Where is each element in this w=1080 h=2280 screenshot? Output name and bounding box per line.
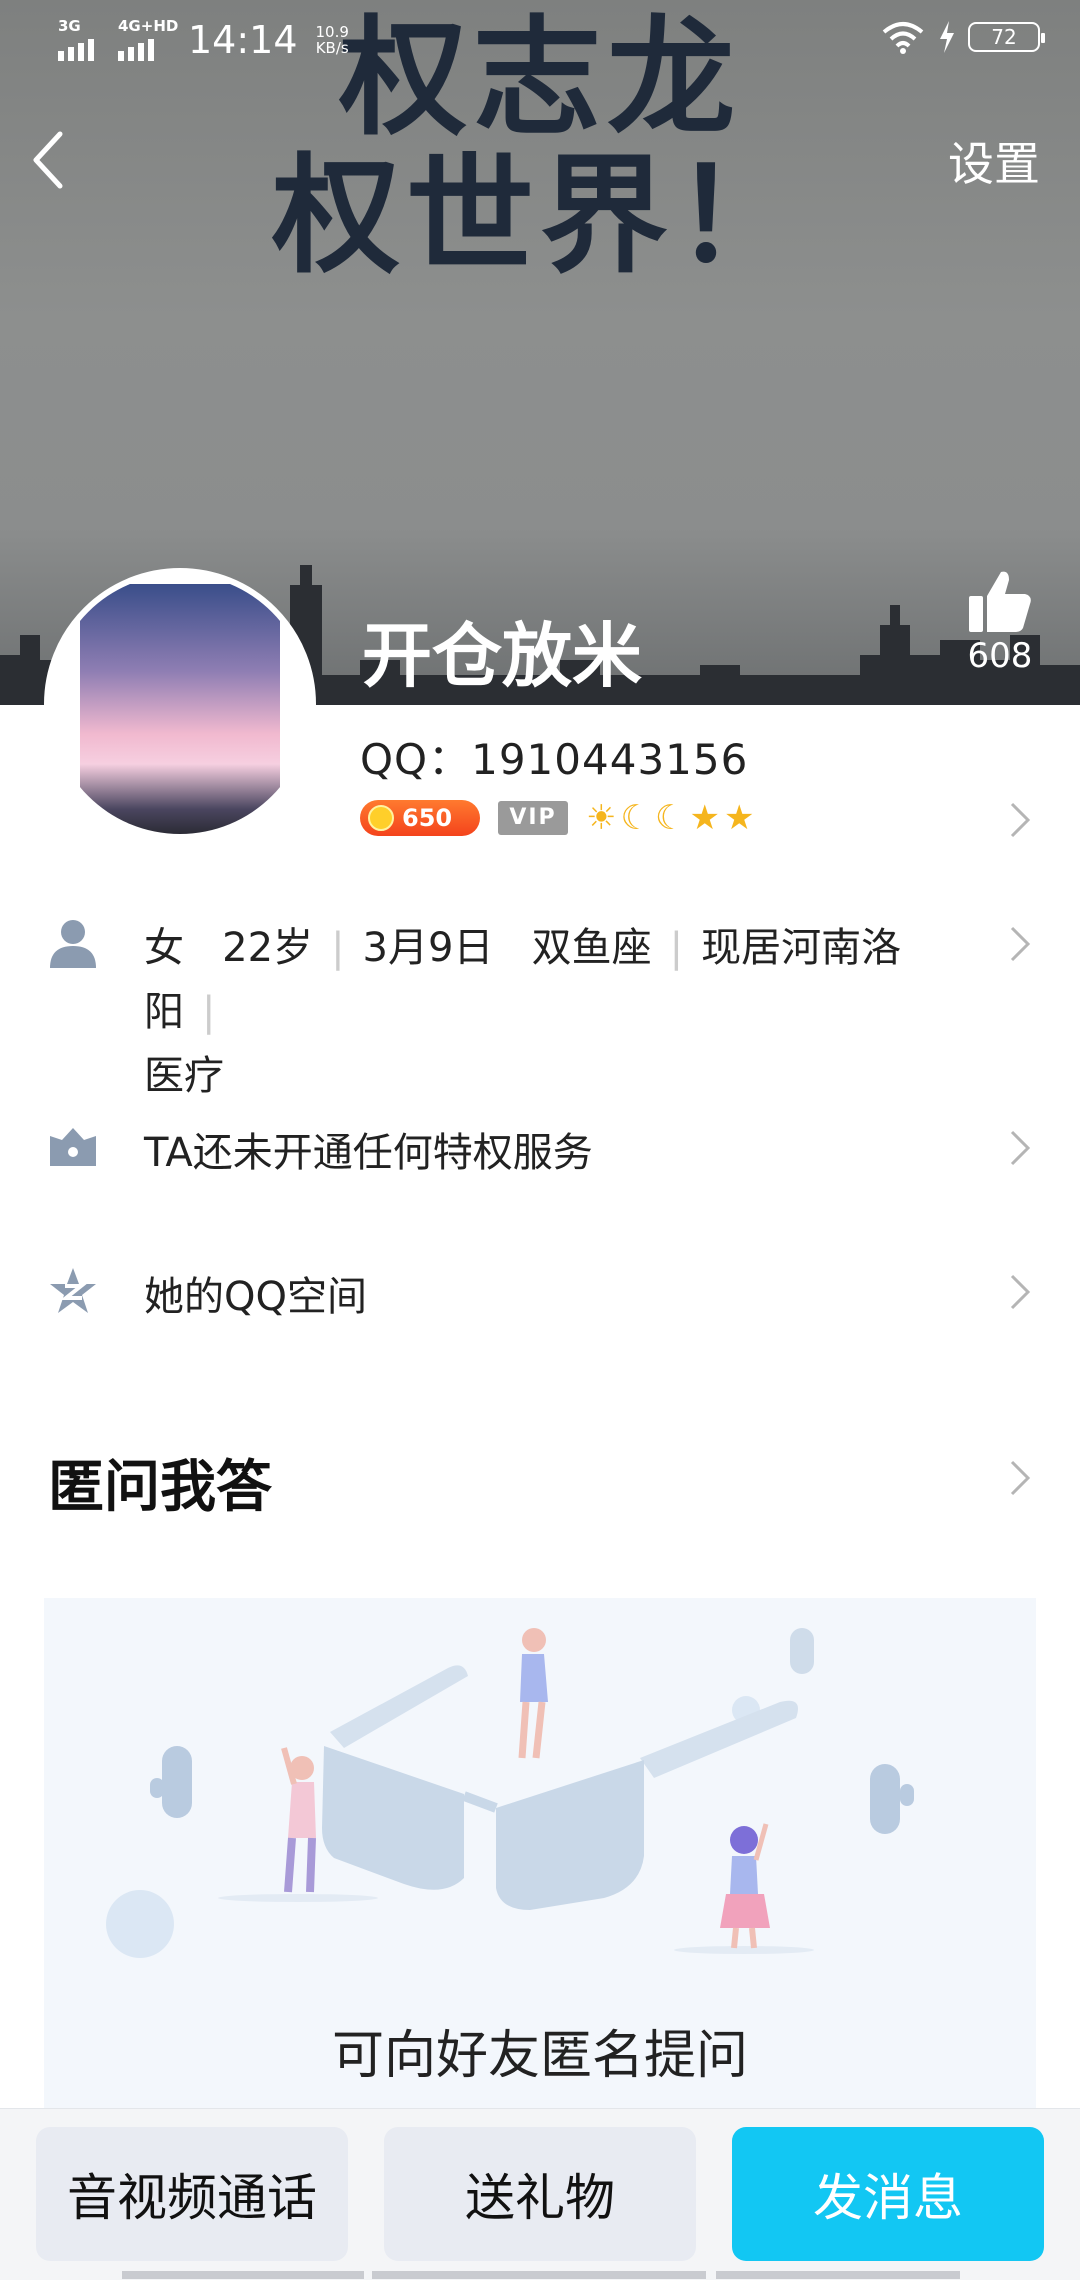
- birthday: 3月9日: [362, 925, 494, 971]
- chevron-right-icon: [1010, 926, 1031, 962]
- crown-icon: [50, 1128, 96, 1166]
- avatar-image: [80, 584, 280, 834]
- badge-row[interactable]: 650 VIP ☀ ☾ ☾ ★ ★: [360, 798, 754, 838]
- vip-badge: VIP: [498, 801, 568, 835]
- wifi-icon: [882, 22, 924, 54]
- bottom-action-bar: 音视频通话 送礼物 发消息: [0, 2108, 1080, 2280]
- signal-icon: 3G: [58, 17, 106, 61]
- clock: 14:14: [188, 18, 298, 62]
- video-call-button[interactable]: 音视频通话: [36, 2127, 348, 2261]
- send-message-button[interactable]: 发消息: [732, 2127, 1044, 2261]
- like-count: 608: [967, 636, 1033, 676]
- battery-level: 72: [991, 25, 1017, 49]
- nav-indicator: [372, 2271, 706, 2279]
- send-gift-button[interactable]: 送礼物: [384, 2127, 696, 2261]
- like-button[interactable]: 608: [960, 568, 1040, 676]
- star-icon: ★: [689, 798, 720, 838]
- charging-icon: [940, 21, 954, 53]
- qzone-row[interactable]: 她的QQ空间: [0, 1262, 1080, 1322]
- moon-icon: ☾: [620, 798, 651, 838]
- coin-badge: 650: [360, 800, 480, 836]
- settings-button[interactable]: 设置: [948, 128, 1040, 194]
- age: 22岁: [222, 925, 314, 971]
- occupation: 医疗: [144, 1053, 224, 1099]
- nav-indicator: [122, 2271, 364, 2279]
- nickname: 开仓放米: [362, 615, 642, 697]
- avatar[interactable]: [44, 568, 316, 840]
- privilege-text: TA还未开通任何特权服务: [144, 1130, 593, 1176]
- network-speed: 10.9 KB/s: [316, 24, 349, 56]
- profile-info-text: 女 22岁 | 3月9日 双鱼座 | 现居河南洛阳 | 医疗: [144, 925, 902, 1099]
- chevron-right-icon[interactable]: [1008, 800, 1032, 840]
- moon-icon: ☾: [654, 798, 686, 838]
- qa-caption: 可向好友匿名提问: [331, 2026, 748, 2086]
- network-type-1: 3G: [58, 17, 81, 35]
- thumbs-up-icon: [969, 571, 1031, 632]
- qa-section-title: 匿问我答: [48, 1455, 272, 1520]
- chevron-right-icon: [1010, 1274, 1031, 1310]
- nav-indicator: [716, 2271, 960, 2279]
- coin-icon: [368, 805, 394, 831]
- star-icon: ★: [723, 798, 755, 838]
- chevron-right-icon[interactable]: [1008, 1458, 1032, 1498]
- qzone-star-icon: [50, 1268, 96, 1313]
- constellation: 双鱼座: [531, 925, 652, 971]
- signal-icon-2: 4G+HD: [118, 17, 178, 61]
- person-icon: [50, 920, 96, 968]
- gender: 女: [144, 925, 184, 971]
- battery-icon: 72: [968, 22, 1045, 52]
- sun-icon: ☀: [586, 798, 617, 838]
- level-icons: ☀ ☾ ☾ ★ ★: [586, 798, 754, 838]
- qq-number: QQ：1910443156: [360, 735, 749, 784]
- qzone-text: 她的QQ空间: [144, 1274, 367, 1320]
- back-icon[interactable]: [30, 130, 70, 190]
- network-type-2: 4G+HD: [118, 17, 179, 35]
- cover-text-line2: 权世界！: [271, 142, 808, 291]
- privilege-row[interactable]: TA还未开通任何特权服务: [0, 1118, 1080, 1178]
- speed-unit: KB/s: [315, 39, 349, 57]
- coin-value: 650: [402, 804, 453, 832]
- speed-value: 10.9: [315, 23, 349, 41]
- chevron-right-icon: [1010, 1130, 1031, 1166]
- status-bar: 3G 4G+HD 14:14 10.9 KB/s 72: [0, 0, 1080, 80]
